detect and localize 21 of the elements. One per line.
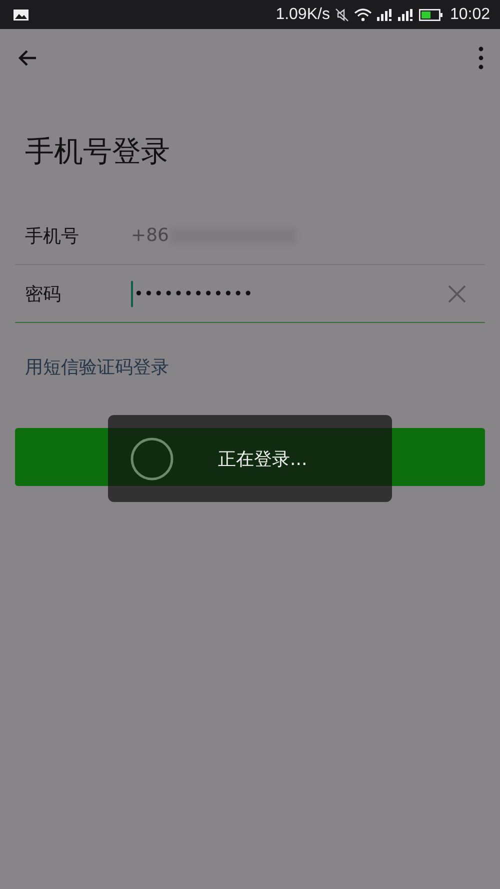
- page-title: 手机号登录: [25, 133, 171, 170]
- image-icon: [13, 8, 29, 20]
- battery-icon: [418, 8, 443, 20]
- signal-icon: [398, 8, 414, 20]
- field-label: 密码: [25, 282, 62, 306]
- text-cursor: [131, 280, 133, 306]
- spinner-icon: [130, 436, 174, 480]
- more-menu-button[interactable]: [478, 46, 484, 70]
- field-value: ••••••••••••: [134, 284, 254, 303]
- loading-message: 正在登录...: [218, 448, 308, 470]
- clock: 10:02: [450, 6, 490, 24]
- signal-icon: [376, 8, 393, 20]
- network-speed: 1.09K/s: [276, 6, 330, 24]
- field-label: 手机号: [25, 224, 80, 248]
- more-icon: [478, 46, 484, 70]
- input-field[interactable]: 手机号 +86: [15, 207, 485, 265]
- wifi-icon: [354, 8, 372, 22]
- input-field[interactable]: 密码 ••••••••••••: [15, 265, 485, 323]
- mute-icon: [334, 8, 349, 22]
- sms-login-link[interactable]: 用短信验证码登录: [25, 355, 169, 379]
- field-value: +86: [131, 225, 169, 246]
